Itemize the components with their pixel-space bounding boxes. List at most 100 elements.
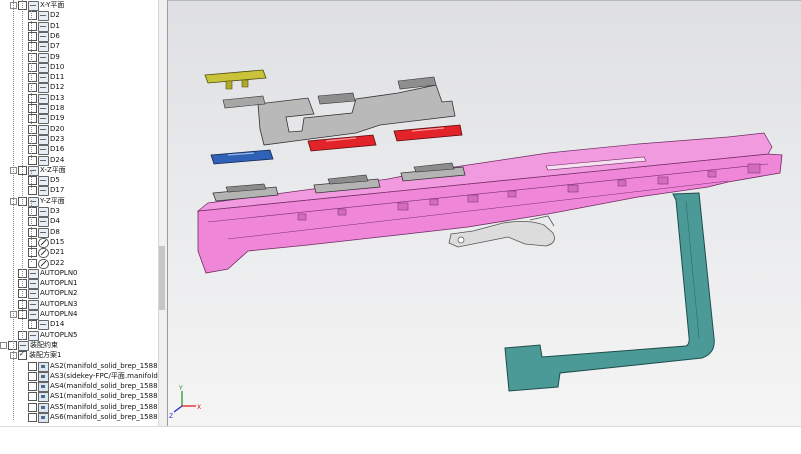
tree-item-label: D21 <box>50 248 65 257</box>
tree-item-label: D5 <box>50 176 60 185</box>
tree-item-label: AUTOPLN0 <box>40 268 78 277</box>
tree-checkbox[interactable] <box>28 402 37 412</box>
tree-checkbox[interactable] <box>28 52 37 62</box>
tree-item-label: D20 <box>50 124 65 133</box>
tree-row[interactable]: D9 <box>0 52 158 63</box>
tree-item-label: X-Z平面 <box>40 165 66 174</box>
3d-viewport[interactable]: X Y Z <box>167 0 801 427</box>
tree-row[interactable]: D8 <box>0 227 158 238</box>
tree-checkbox[interactable] <box>28 93 37 103</box>
tree-row[interactable]: X-Y平面 <box>0 0 158 11</box>
tree-row[interactable]: D21 <box>0 247 158 259</box>
tree-row[interactable]: D7 <box>0 41 158 53</box>
tree-row[interactable]: 装配方案1 <box>0 350 158 361</box>
tree-checkbox[interactable] <box>28 217 37 227</box>
tree-row[interactable]: AUTOPLN5 <box>0 330 158 341</box>
tree-row[interactable]: AUTOPLN1 <box>0 278 158 290</box>
tree-row[interactable]: D10 <box>0 62 158 73</box>
tree-checkbox[interactable] <box>28 258 37 268</box>
yellow-key[interactable] <box>204 69 267 84</box>
blue-key[interactable] <box>210 149 274 165</box>
tree-row[interactable]: AS2(manifold_solid_brep_158896.prt <box>0 361 158 372</box>
tree-checkbox[interactable] <box>28 11 37 21</box>
tree-checkbox[interactable] <box>28 114 37 124</box>
tree-item-label: D6 <box>50 31 60 40</box>
tree-checkbox[interactable] <box>28 124 37 134</box>
tree-row[interactable]: AS1(manifold_solid_brep_158884.prt <box>0 391 158 403</box>
tree-row[interactable]: D23 <box>0 134 158 145</box>
expand-toggle-icon[interactable] <box>0 341 7 349</box>
tree-checkbox[interactable] <box>28 207 37 216</box>
tree-checkbox[interactable] <box>28 371 37 381</box>
tree-item-label: D9 <box>50 52 60 61</box>
tree-checkbox[interactable] <box>28 186 37 196</box>
tree-item-label: D2 <box>50 11 60 20</box>
tree-checkbox[interactable] <box>28 227 37 237</box>
tree-checkbox[interactable] <box>28 31 37 41</box>
tree-checkbox[interactable] <box>28 73 37 83</box>
model-tree-scrollbar[interactable] <box>158 0 167 426</box>
tree-row[interactable]: D20 <box>0 124 158 135</box>
tree-checkbox[interactable] <box>28 42 37 52</box>
tree-row[interactable]: X-Z平面 <box>0 165 158 176</box>
tree-row[interactable]: D22 <box>0 258 158 269</box>
tree-item-label: D16 <box>50 145 65 154</box>
tree-row[interactable]: D16 <box>0 144 158 156</box>
tree-row[interactable]: D2 <box>0 10 158 22</box>
tree-row[interactable]: D18 <box>0 103 158 114</box>
tree-checkbox[interactable] <box>28 83 37 93</box>
tree-row[interactable]: AUTOPLN2 <box>0 288 158 300</box>
tree-checkbox[interactable] <box>28 382 37 392</box>
tree-row[interactable]: AS6(manifold_solid_brep_158895.prt <box>0 412 158 423</box>
tree-checkbox[interactable] <box>28 134 37 144</box>
tree-row[interactable]: D24 <box>0 155 158 166</box>
tree-item-label: D12 <box>50 83 65 92</box>
tree-item-label: AS1(manifold_solid_brep_158884.prt <box>50 392 158 401</box>
tree-checkbox[interactable] <box>28 104 37 113</box>
tree-checkbox[interactable] <box>28 145 37 155</box>
tree-row[interactable]: D14 <box>0 319 158 331</box>
tree-checkbox[interactable] <box>28 392 37 402</box>
part-icon <box>38 413 49 423</box>
tree-checkbox[interactable] <box>28 21 37 31</box>
tree-item-label: AUTOPLN2 <box>40 289 78 298</box>
tree-checkbox[interactable] <box>28 248 37 258</box>
tree-row[interactable]: AS5(manifold_solid_brep_158894.prt <box>0 402 158 413</box>
tree-item-label: D22 <box>50 258 65 267</box>
tree-item-label: AUTOPLN4 <box>40 310 78 318</box>
tree-row[interactable]: D4 <box>0 216 158 228</box>
tree-item-label: D23 <box>50 134 65 143</box>
tree-row[interactable]: Y-Z平面 <box>0 196 158 207</box>
model-tree-scrollbar-thumb[interactable] <box>159 246 165 310</box>
tree-row[interactable]: AUTOPLN0 <box>0 268 158 279</box>
tree-checkbox[interactable] <box>18 350 27 361</box>
tree-connector <box>13 0 14 420</box>
tree-row[interactable]: D3 <box>0 206 158 217</box>
tree-checkbox[interactable] <box>28 361 37 371</box>
tree-row[interactable]: D1 <box>0 21 158 32</box>
tree-checkbox[interactable] <box>28 176 37 186</box>
tree-connector <box>22 0 23 340</box>
tree-item-label: D7 <box>50 42 60 51</box>
tree-row[interactable]: D12 <box>0 82 158 94</box>
tree-checkbox[interactable] <box>28 237 37 247</box>
tree-row[interactable]: AS3(sidekey-FPC/平面.manifold_solid <box>0 371 158 382</box>
red-key-right[interactable] <box>393 124 463 142</box>
tree-row[interactable]: D19 <box>0 113 158 125</box>
tree-row[interactable]: 装配约束 <box>0 340 158 351</box>
tree-row[interactable]: D5 <box>0 175 158 187</box>
tree-row[interactable]: D13 <box>0 93 158 104</box>
tree-row[interactable]: AUTOPLN4 <box>0 309 158 320</box>
tree-row[interactable]: AS4(manifold_solid_brep_158887.prt <box>0 381 158 393</box>
tree-row[interactable]: D15 <box>0 237 158 248</box>
tree-row[interactable]: D17 <box>0 185 158 197</box>
tree-checkbox[interactable] <box>28 62 37 72</box>
tree-checkbox[interactable] <box>28 413 37 422</box>
tree-row[interactable]: D6 <box>0 31 158 42</box>
3d-model-canvas[interactable]: X Y Z <box>168 1 801 427</box>
tree-checkbox[interactable] <box>28 155 37 165</box>
tree-row[interactable]: D11 <box>0 72 158 84</box>
tree-row[interactable]: AUTOPLN3 <box>0 299 158 310</box>
tree-checkbox[interactable] <box>28 320 37 330</box>
tree-item-label: AS4(manifold_solid_brep_158887.prt <box>50 382 158 391</box>
